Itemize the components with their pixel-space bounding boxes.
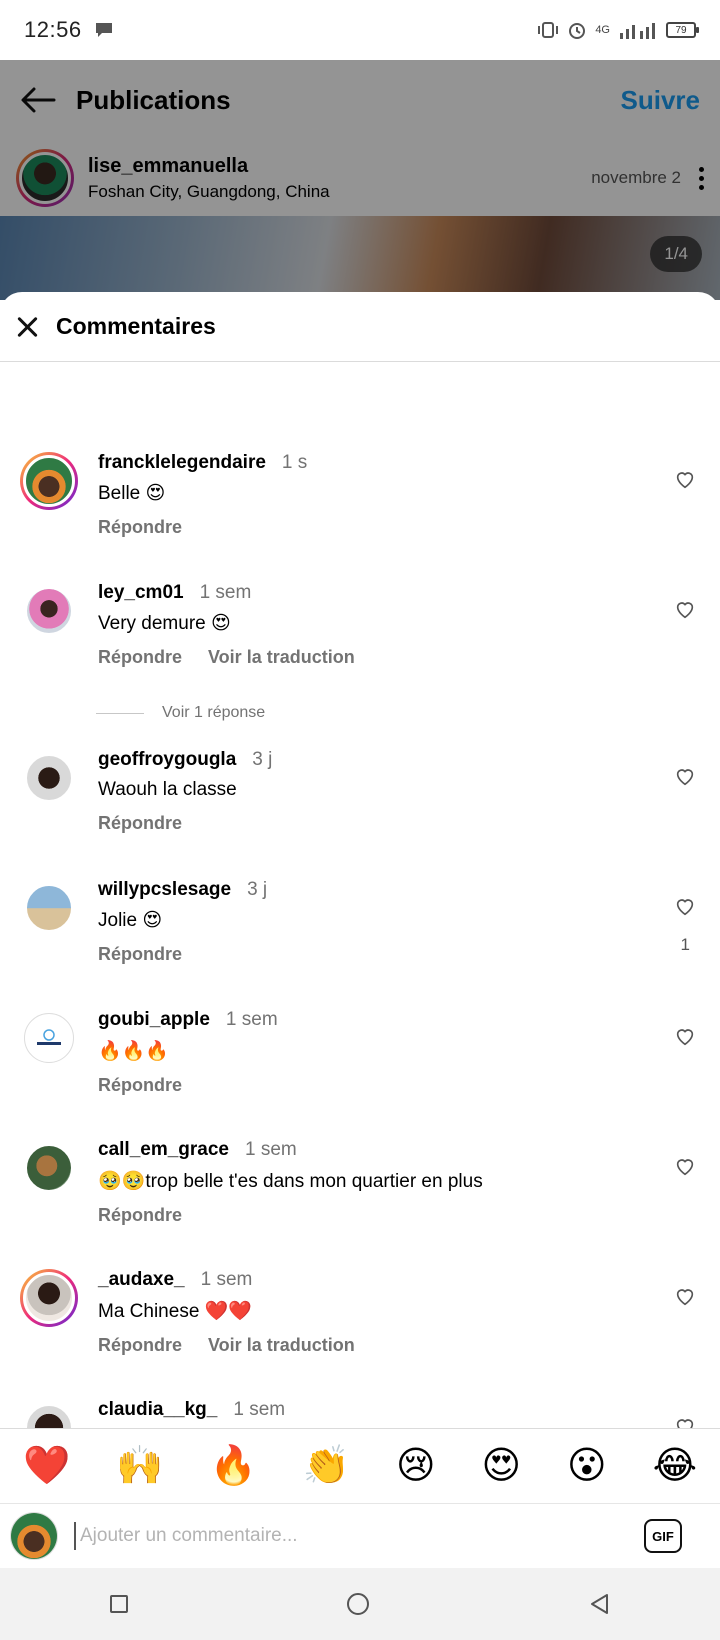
comment-item: geoffroygougla 3 j Waouh la classe Répond… — [0, 749, 720, 859]
comment-username[interactable]: willypcslesage — [98, 879, 231, 901]
comment-time: 1 sem — [225, 1009, 278, 1030]
dim-overlay[interactable] — [0, 60, 720, 300]
network-type: 4G — [595, 24, 610, 36]
heart-icon[interactable] — [674, 1285, 696, 1307]
goubi-apple-logo-icon — [37, 1029, 61, 1045]
view-replies-button[interactable]: Voir 1 réponse — [96, 704, 265, 722]
comment-text: Waouh la classe — [98, 779, 237, 800]
comments-header: Commentaires — [0, 292, 720, 362]
comment-username[interactable]: claudia__kg_ — [98, 1399, 217, 1421]
comment-time: 1 sem — [200, 1269, 253, 1290]
heart-icon[interactable] — [674, 598, 696, 620]
comment-item: willypcslesage 3 j Jolie 😍 Répondre 1 — [0, 879, 720, 989]
reply-button[interactable]: Répondre — [98, 813, 182, 834]
comment-time: 1 sem — [233, 1399, 286, 1420]
clapping-hands-emoji-icon[interactable]: 👏 — [303, 1447, 350, 1485]
signal-icon — [620, 23, 655, 39]
avatar[interactable] — [20, 749, 78, 807]
heart-eyes-emoji-icon[interactable]: 😍 — [482, 1447, 522, 1485]
avatar[interactable] — [20, 452, 78, 510]
chat-bubble-icon — [95, 23, 112, 37]
comment-username[interactable]: francklelegendaire — [98, 452, 266, 474]
comment-text: 🔥🔥🔥 — [98, 1041, 169, 1062]
comment-item: _audaxe_ 1 sem Ma Chinese ❤️❤️ Répondre Vo… — [0, 1269, 720, 1379]
avatar[interactable] — [20, 582, 78, 640]
reply-divider — [96, 712, 144, 714]
avatar[interactable] — [20, 1009, 78, 1067]
emoji-quick-reactions: ❤️ 🙌 🔥 👏 😢 😍 😮 😂 — [0, 1428, 720, 1504]
reply-button[interactable]: Répondre — [98, 944, 182, 965]
reply-button[interactable]: Répondre — [98, 1335, 182, 1356]
comment-input[interactable] — [74, 1522, 644, 1550]
raising-hands-emoji-icon[interactable]: 🙌 — [116, 1447, 163, 1485]
crying-face-emoji-icon[interactable]: 😢 — [396, 1447, 436, 1485]
comment-username[interactable]: _audaxe_ — [98, 1269, 185, 1291]
comments-sheet: Commentaires francklelegendaire 1 s Belle… — [0, 292, 720, 1567]
status-time: 12:56 — [24, 17, 82, 42]
translate-button[interactable]: Voir la traduction — [208, 1335, 355, 1356]
reply-button[interactable]: Répondre — [98, 517, 182, 538]
heart-icon[interactable] — [674, 1155, 696, 1177]
status-bar: 12:56 4G 79 — [0, 0, 720, 60]
surprised-face-emoji-icon[interactable]: 😮 — [567, 1447, 607, 1485]
gif-button[interactable]: GIF — [644, 1519, 682, 1553]
system-nav-bar — [0, 1568, 720, 1640]
comment-text: Very demure 😍 — [98, 613, 231, 634]
status-icons: 4G 79 — [537, 20, 699, 40]
comment-item: call_em_grace 1 sem 🥹🥹trop belle t'es dan… — [0, 1139, 720, 1249]
laughing-tears-emoji-icon[interactable]: 😂 — [653, 1447, 697, 1485]
comment-time: 1 sem — [245, 1139, 297, 1160]
reply-button[interactable]: Répondre — [98, 1205, 182, 1226]
comment-username[interactable]: call_em_grace — [98, 1139, 229, 1161]
comment-text: 🥹🥹trop belle t'es dans mon quartier en p… — [98, 1171, 483, 1192]
comment-time: 1 s — [281, 452, 308, 473]
comment-time: 3 j — [247, 879, 268, 900]
back-icon[interactable] — [588, 1592, 610, 1616]
comment-input-bar: GIF — [0, 1504, 720, 1568]
translate-button[interactable]: Voir la traduction — [208, 647, 355, 668]
reply-button[interactable]: Répondre — [98, 1075, 182, 1096]
comment-time: 1 sem — [199, 582, 252, 603]
comment-text: Ma Chinese ❤️❤️ — [98, 1301, 252, 1322]
comments-title: Commentaires — [56, 313, 216, 339]
close-icon[interactable] — [16, 316, 38, 338]
heart-icon[interactable] — [674, 468, 696, 490]
comment-username[interactable]: geoffroygougla — [98, 749, 236, 771]
comment-item: francklelegendaire 1 s Belle 😍 Répondre — [0, 452, 720, 562]
heart-icon[interactable] — [674, 1025, 696, 1047]
like-count: 1 — [680, 935, 690, 954]
heart-icon[interactable] — [674, 765, 696, 787]
avatar[interactable] — [20, 879, 78, 937]
alarm-icon — [569, 23, 586, 39]
battery-icon: 79 — [666, 22, 699, 38]
avatar[interactable] — [20, 1269, 78, 1327]
fire-emoji-icon[interactable]: 🔥 — [209, 1447, 256, 1485]
comment-username[interactable]: ley_cm01 — [98, 582, 184, 604]
heart-icon[interactable] — [674, 895, 696, 917]
comment-time: 3 j — [252, 749, 273, 770]
recent-apps-icon[interactable] — [109, 1595, 128, 1613]
comment-text: Belle 😍 — [98, 483, 166, 504]
home-icon[interactable] — [346, 1593, 369, 1615]
reply-button[interactable]: Répondre — [98, 647, 182, 668]
my-avatar — [10, 1512, 58, 1560]
avatar[interactable] — [20, 1139, 78, 1197]
comment-item: ley_cm01 1 sem Very demure 😍 Répondre Voir… — [0, 582, 720, 692]
comment-text: Jolie 😍 — [98, 910, 163, 931]
vibrate-icon — [538, 22, 559, 38]
comment-username[interactable]: goubi_apple — [98, 1009, 210, 1031]
heart-emoji-icon[interactable]: ❤️ — [23, 1447, 70, 1485]
comment-item: goubi_apple 1 sem 🔥🔥🔥 Répondre — [0, 1009, 720, 1119]
view-replies-label[interactable]: Voir 1 réponse — [162, 704, 265, 722]
